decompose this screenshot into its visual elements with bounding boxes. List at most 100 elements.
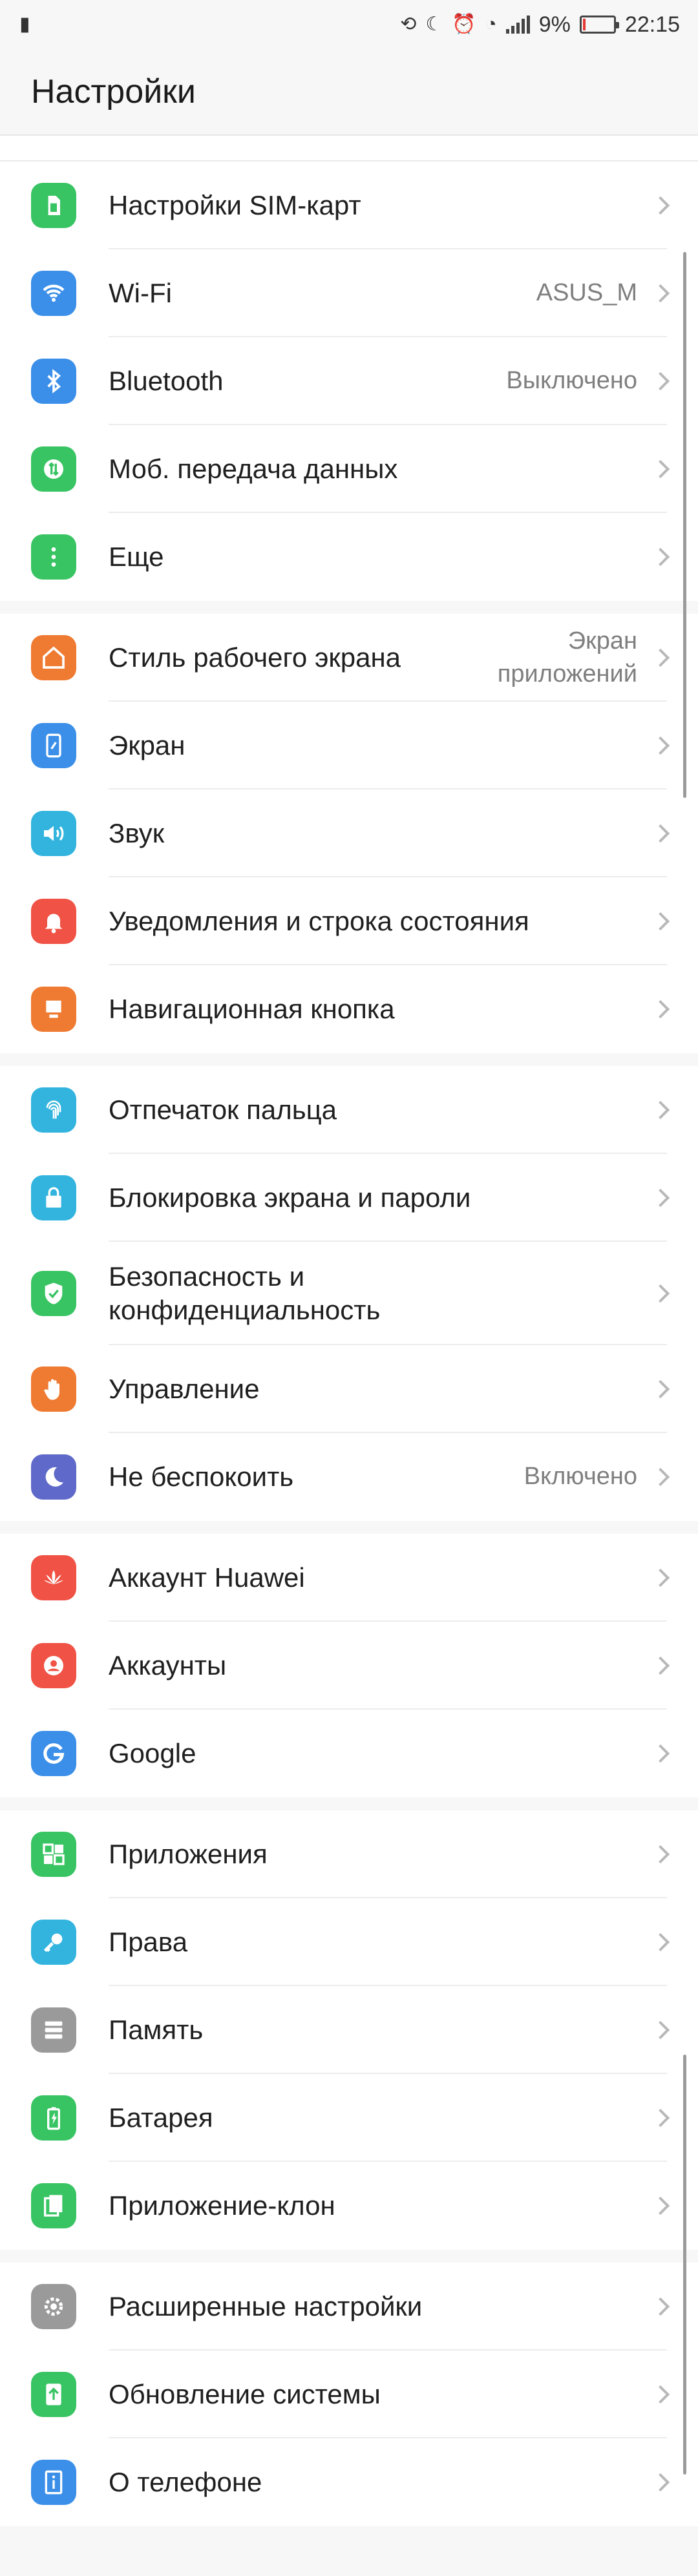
settings-item-label: Аккаунт Huawei (109, 1562, 305, 1593)
settings-item-label: Уведомления и строка состояния (109, 905, 529, 936)
settings-item[interactable]: Аккаунт Huawei (0, 1534, 698, 1622)
key-icon (31, 1920, 76, 1965)
chevron-right-icon (651, 1568, 670, 1587)
settings-item[interactable]: Звук (0, 790, 698, 877)
scrollbar[interactable] (683, 2055, 686, 2475)
settings-item[interactable]: Навигационная кнопка (0, 965, 698, 1053)
chevron-right-icon (651, 1100, 670, 1120)
bluetooth-icon (31, 359, 76, 404)
settings-group: Аккаунт Huawei Аккаунты Google (0, 1534, 698, 1797)
chevron-right-icon (651, 372, 670, 391)
alarm-icon: ⏰ (452, 14, 476, 35)
settings-item-label: О телефоне (109, 2466, 262, 2497)
settings-item[interactable]: Google (0, 1710, 698, 1797)
chevron-right-icon (651, 284, 670, 303)
notifications-icon (31, 899, 76, 944)
status-right: ⟲ ☾ ⏰ ◔ 9% 22:15 (400, 12, 680, 37)
settings-item[interactable]: Батарея (0, 2074, 698, 2162)
settings-item[interactable]: Блокировка экрана и пароли (0, 1154, 698, 1242)
app-clone-icon (31, 2183, 76, 2228)
settings-list[interactable]: Настройки SIM-карт Wi-Fi ASUS_M Bluetooth Вы… (0, 136, 698, 2539)
settings-item-value: Выключено (506, 367, 637, 395)
settings-item[interactable]: Управление (0, 1345, 698, 1433)
settings-item-value: Экран приложений (498, 625, 637, 691)
settings-item[interactable]: Обновление системы (0, 2351, 698, 2438)
settings-item-label: Память (109, 2014, 204, 2045)
settings-item[interactable]: Bluetooth Выключено (0, 337, 698, 425)
settings-item[interactable]: Стиль рабочего экрана Экран приложений (0, 614, 698, 702)
chevron-right-icon (651, 2020, 670, 2040)
settings-item-label: Приложение-клон (109, 2190, 335, 2221)
settings-item-label: Настройки SIM-карт (109, 189, 361, 220)
chevron-right-icon (651, 1284, 670, 1303)
settings-item[interactable]: О телефоне (0, 2438, 698, 2526)
chevron-right-icon (651, 1932, 670, 1952)
chevron-right-icon (651, 2108, 670, 2128)
chevron-right-icon (651, 2473, 670, 2492)
settings-item-label: Не беспокоить (109, 1461, 294, 1492)
settings-item[interactable]: Приложения (0, 1810, 698, 1898)
settings-item[interactable]: Права (0, 1898, 698, 1986)
settings-item-label: Навигационная кнопка (109, 993, 395, 1024)
time: 22:15 (624, 12, 680, 37)
settings-item-label: Стиль рабочего экрана (109, 642, 401, 673)
settings-item-label: Права (109, 1926, 188, 1957)
settings-item[interactable]: Отпечаток пальца (0, 1066, 698, 1154)
settings-item-label: Управление (109, 1373, 260, 1404)
account-icon (31, 1643, 76, 1688)
sim-card-icon (31, 183, 76, 228)
settings-item[interactable]: Аккаунты (0, 1622, 698, 1710)
chevron-right-icon (651, 2297, 670, 2316)
settings-group: Отпечаток пальца Блокировка экрана и паро… (0, 1066, 698, 1521)
settings-item[interactable]: Уведомления и строка состояния (0, 877, 698, 965)
page-title: Настройки (0, 49, 698, 136)
settings-item-label: Безопасность и конфиденциальность (109, 1260, 654, 1328)
chevron-right-icon (651, 1467, 670, 1487)
apps-icon (31, 1832, 76, 1877)
settings-item-label: Обновление системы (109, 2378, 381, 2409)
settings-item-label: Wi-Fi (109, 277, 172, 308)
system-update-icon (31, 2372, 76, 2417)
gear-icon (31, 2284, 76, 2329)
moon-icon (31, 1454, 76, 1500)
page-title-text: Настройки (31, 73, 196, 110)
chevron-right-icon (651, 824, 670, 843)
notification-icon: ▮ (19, 14, 30, 35)
settings-item[interactable]: Безопасность и конфиденциальность (0, 1242, 698, 1345)
settings-item-value: Включено (524, 1463, 637, 1491)
chevron-right-icon (651, 736, 670, 755)
status-bar: ▮ ⟲ ☾ ⏰ ◔ 9% 22:15 (0, 0, 698, 49)
settings-item-label-line: конфиденциальность (109, 1295, 381, 1325)
settings-item[interactable]: Настройки SIM-карт (0, 162, 698, 249)
settings-item-label: Звук (109, 817, 165, 848)
settings-item[interactable]: Приложение-клон (0, 2162, 698, 2250)
chevron-right-icon (651, 2196, 670, 2215)
settings-item[interactable]: Wi-Fi ASUS_M (0, 249, 698, 337)
settings-item[interactable]: Еще (0, 513, 698, 601)
settings-group: Расширенные настройки Обновление системы О… (0, 2263, 698, 2526)
settings-item-label: Google (109, 1737, 196, 1768)
settings-item[interactable]: Расширенные настройки (0, 2263, 698, 2351)
battery-icon (31, 2095, 76, 2141)
settings-item[interactable]: Экран (0, 702, 698, 790)
chevron-right-icon (651, 1188, 670, 1208)
chevron-right-icon (651, 1744, 670, 1763)
lock-icon (31, 1175, 76, 1220)
settings-group: Приложения Права Память Батарея Приложение-к… (0, 1810, 698, 2250)
settings-group: Настройки SIM-карт Wi-Fi ASUS_M Bluetooth Вы… (0, 162, 698, 601)
battery-percent: 9% (538, 12, 571, 37)
chevron-right-icon (651, 2385, 670, 2404)
hand-icon (31, 1367, 76, 1412)
scrollbar[interactable] (683, 252, 686, 798)
settings-item-value-line: Экран (567, 627, 637, 654)
settings-item[interactable]: Память (0, 1986, 698, 2074)
settings-item[interactable]: Моб. передача данных (0, 425, 698, 513)
settings-item-label: Отпечаток пальца (109, 1094, 337, 1125)
chevron-right-icon (651, 1845, 670, 1864)
more-icon (31, 534, 76, 580)
home-style-icon (31, 635, 76, 680)
chevron-right-icon (651, 648, 670, 667)
settings-item-value: ASUS_M (536, 279, 637, 307)
settings-item[interactable]: Не беспокоить Включено (0, 1433, 698, 1521)
storage-icon (31, 2007, 76, 2053)
